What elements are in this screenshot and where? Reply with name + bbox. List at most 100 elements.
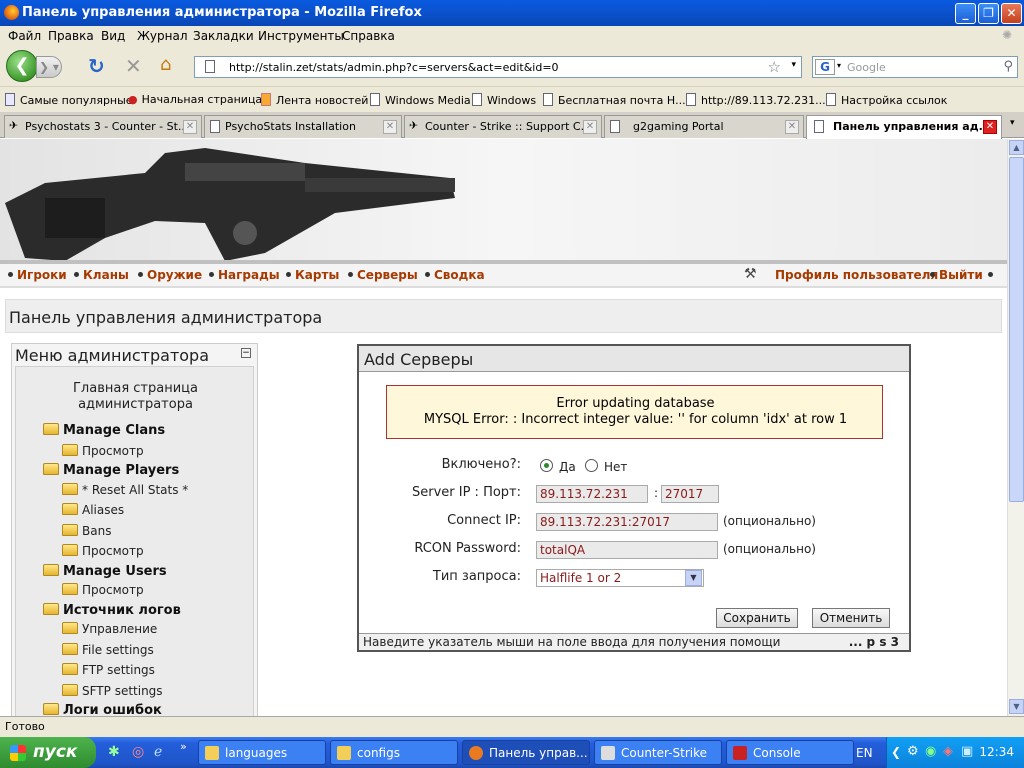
collapse-icon[interactable]: − — [241, 348, 251, 358]
bookmark-start-page[interactable]: ● Начальная страница — [128, 93, 262, 106]
bookmark-windows-media[interactable]: Windows Media — [370, 93, 471, 107]
menu-history[interactable]: Журнал — [137, 29, 188, 43]
volume-icon[interactable]: ▣ — [961, 744, 973, 759]
admin-home-link[interactable]: Главная страница администратора — [16, 381, 255, 413]
close-tab-icon[interactable]: ✕ — [785, 120, 799, 134]
menu-logs-manage[interactable]: Управление — [62, 622, 157, 636]
tab-cs-support[interactable]: ✈ Counter - Strike :: Support C... ✕ — [404, 115, 602, 138]
server-ip-input[interactable]: 89.113.72.231 — [536, 485, 648, 503]
rcon-password-input[interactable]: totalQA — [536, 541, 718, 559]
url-dropdown-icon[interactable]: ▾ — [791, 60, 796, 70]
tab-list-icon[interactable]: ▾ — [1010, 118, 1015, 128]
opera-icon[interactable]: ◎ — [132, 744, 144, 760]
back-button[interactable]: ❮ — [6, 50, 38, 82]
tab-admin-panel[interactable]: Панель управления ад... ✕ — [806, 115, 1002, 139]
close-window-button[interactable]: ✕ — [1001, 3, 1022, 24]
menu-reset-stats[interactable]: * Reset All Stats * — [62, 483, 188, 497]
search-icon[interactable]: ⚲ — [1003, 59, 1013, 74]
menu-log-sources[interactable]: Источник логов — [43, 603, 181, 618]
search-box[interactable]: G ▾ Google ⚲ — [812, 56, 1018, 78]
chevron-down-icon[interactable]: ▼ — [685, 570, 702, 586]
scroll-down-icon[interactable]: ▼ — [1009, 699, 1024, 714]
menu-error-logs[interactable]: Логи ошибок — [43, 703, 162, 716]
menu-tools[interactable]: Инструменты — [258, 29, 344, 43]
task-languages[interactable]: languages — [198, 740, 326, 765]
bookmark-link-settings[interactable]: Настройка ссылок — [826, 93, 947, 107]
cancel-button[interactable]: Отменить — [812, 608, 890, 628]
antivirus-icon[interactable]: ◈ — [943, 744, 953, 759]
bookmark-most-visited[interactable]: Самые популярные — [5, 93, 133, 107]
home-icon[interactable]: ⌂ — [160, 54, 171, 75]
connect-ip-input[interactable]: 89.113.72.231:27017 — [536, 513, 718, 531]
nav-clans[interactable]: Кланы — [74, 268, 129, 282]
tab-psychostats-install[interactable]: PsychoStats Installation ✕ — [204, 115, 402, 138]
close-tab-icon[interactable]: ✕ — [183, 120, 197, 134]
star-icon[interactable]: ☆ — [768, 58, 781, 76]
vertical-scrollbar[interactable]: ▲ ▼ — [1007, 139, 1024, 716]
task-firefox[interactable]: Панель управ... — [462, 740, 590, 765]
task-counter-strike[interactable]: Counter-Strike — [594, 740, 722, 765]
menu-users-view[interactable]: Просмотр — [62, 583, 144, 597]
menu-aliases[interactable]: Aliases — [62, 503, 124, 517]
close-tab-icon[interactable]: ✕ — [983, 120, 997, 134]
quicklaunch-icon[interactable]: ✱ — [108, 744, 120, 760]
maximize-button[interactable]: ❐ — [978, 3, 999, 24]
bookmark-windows[interactable]: Windows — [472, 93, 536, 107]
google-engine-icon[interactable]: G — [815, 59, 835, 75]
menu-bookmarks[interactable]: Закладки — [193, 29, 254, 43]
server-port-input[interactable]: 27017 — [661, 485, 719, 503]
nav-summary[interactable]: Сводка — [425, 268, 485, 282]
steam-icon[interactable]: ⚙ — [907, 744, 919, 759]
nav-servers[interactable]: Серверы — [348, 268, 418, 282]
forward-button[interactable]: ❯ ▾ — [36, 56, 62, 78]
ie-icon[interactable]: ℯ — [154, 744, 162, 760]
bookmark-free-mail[interactable]: Бесплатная почта Н... — [543, 93, 686, 107]
task-console[interactable]: Console — [726, 740, 854, 765]
language-indicator[interactable]: EN — [856, 746, 873, 760]
url-bar[interactable]: http://stalin.zet/stats/admin.php?c=serv… — [194, 56, 802, 78]
stop-icon[interactable]: ✕ — [125, 54, 142, 78]
menu-file-settings[interactable]: File settings — [62, 643, 154, 657]
menu-players-view[interactable]: Просмотр — [62, 544, 144, 558]
menu-help[interactable]: Справка — [342, 29, 395, 43]
scroll-thumb[interactable] — [1009, 157, 1024, 502]
minimize-button[interactable]: _ — [955, 3, 976, 24]
tab-g2gaming[interactable]: g2gaming Portal ✕ — [604, 115, 804, 138]
start-button[interactable]: пуск — [0, 737, 96, 768]
nav-maps[interactable]: Карты — [286, 268, 339, 282]
nav-weapons[interactable]: Оружие — [138, 268, 202, 282]
save-button[interactable]: Сохранить — [716, 608, 798, 628]
menu-ftp-settings[interactable]: FTP settings — [62, 663, 155, 677]
tab-psychostats[interactable]: ✈ Psychostats 3 - Counter - St... ✕ — [4, 115, 202, 138]
scroll-up-icon[interactable]: ▲ — [1009, 140, 1024, 155]
task-configs[interactable]: configs — [330, 740, 458, 765]
close-tab-icon[interactable]: ✕ — [583, 120, 597, 134]
menu-view[interactable]: Вид — [101, 29, 125, 43]
query-type-select[interactable]: Halflife 1 or 2 — [536, 569, 704, 587]
nav-players[interactable]: Игроки — [8, 268, 67, 282]
firefox-icon — [4, 5, 19, 20]
network-icon[interactable]: ◉ — [925, 744, 936, 759]
menu-manage-clans[interactable]: Manage Clans — [43, 423, 165, 438]
menu-file[interactable]: Файл — [8, 29, 41, 43]
menu-edit[interactable]: Правка — [48, 29, 94, 43]
menu-bans[interactable]: Bans — [62, 524, 111, 538]
enabled-yes-radio[interactable] — [540, 459, 553, 472]
nav-user-profile[interactable]: Профиль пользователя — [775, 268, 938, 282]
menu-manage-users[interactable]: Manage Users — [43, 564, 167, 579]
nav-logout[interactable]: Выйти — [930, 268, 997, 282]
connect-ip-label: Connect IP: — [447, 513, 521, 528]
menu-sftp-settings[interactable]: SFTP settings — [62, 684, 163, 698]
nav-awards[interactable]: Награды — [209, 268, 280, 282]
close-tab-icon[interactable]: ✕ — [383, 120, 397, 134]
enabled-no-radio[interactable] — [585, 459, 598, 472]
bookmark-ip[interactable]: http://89.113.72.231... — [686, 93, 826, 107]
reload-icon[interactable]: ↻ — [88, 54, 105, 78]
tray-back-icon[interactable]: ❮ — [891, 745, 901, 759]
menu-manage-players[interactable]: Manage Players — [43, 463, 179, 478]
rifle-banner-image — [5, 148, 455, 261]
menu-clans-view[interactable]: Просмотр — [62, 444, 144, 458]
engine-dropdown-icon[interactable]: ▾ — [837, 61, 841, 70]
quicklaunch-more-icon[interactable]: » — [180, 740, 187, 753]
bookmark-news-feed[interactable]: Лента новостей — [261, 93, 368, 107]
